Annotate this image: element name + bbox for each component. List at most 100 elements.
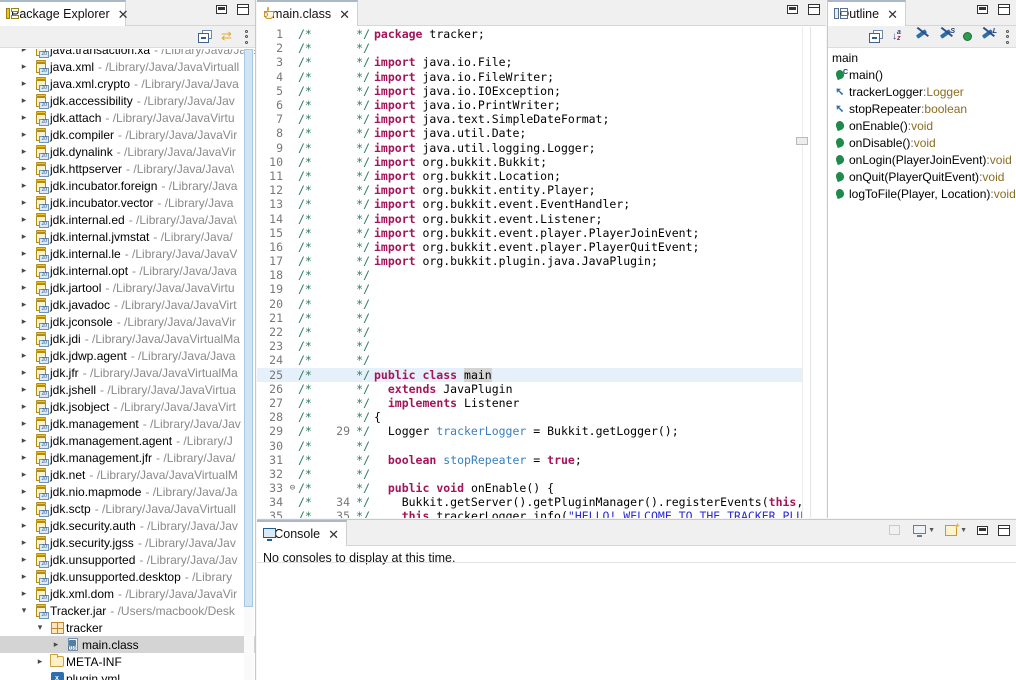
code-line-30[interactable]: 30 /* */ (257, 438, 826, 453)
view-menu-icon[interactable] (244, 29, 248, 44)
tree-item-meta-inf[interactable]: META-INF (0, 653, 255, 670)
code-line-23[interactable]: 23 /* */ (257, 339, 826, 353)
collapse-all-icon[interactable] (198, 30, 212, 43)
code-line-1[interactable]: 1 /* */ package tracker; (257, 27, 826, 41)
expand-arrow-icon[interactable] (16, 79, 32, 88)
clear-console-icon[interactable] (889, 524, 903, 537)
code-line-8[interactable]: 8 /* */ import java.util.Date; (257, 126, 826, 140)
source-code-text[interactable]: 1 /* */ package tracker; 2 /* */ 3 /* */ import ja… (257, 27, 826, 518)
package-explorer-scrollbar[interactable] (244, 49, 254, 680)
tab-console[interactable]: Console ✕ (257, 520, 347, 546)
tree-item-jdk-compiler[interactable]: 10jdk.compiler- /Library/Java/JavaVir (0, 126, 255, 143)
tree-item-jdk-jdi[interactable]: 10jdk.jdi- /Library/Java/JavaVirtualMa (0, 330, 255, 347)
editor-overview-ruler[interactable] (796, 27, 810, 518)
tree-item-jdk-xml-dom[interactable]: 10jdk.xml.dom- /Library/Java/JavaVir (0, 585, 255, 602)
tree-item-jdk-sctp[interactable]: 10jdk.sctp- /Library/Java/JavaVirtuall (0, 500, 255, 517)
tree-item-plugin-yml[interactable]: x plugin.yml (0, 670, 255, 680)
code-line-4[interactable]: 4 /* */ import java.io.FileWriter; (257, 70, 826, 84)
code-line-18[interactable]: 18 /* */ (257, 268, 826, 282)
expand-arrow-icon[interactable] (16, 436, 32, 445)
expand-arrow-icon[interactable] (16, 130, 32, 139)
expand-arrow-icon[interactable] (16, 555, 32, 564)
tree-item-jdk-net[interactable]: 10jdk.net- /Library/Java/JavaVirtualM (0, 466, 255, 483)
tree-item-jdk-internal-opt[interactable]: 10jdk.internal.opt- /Library/Java/Java (0, 262, 255, 279)
code-line-28[interactable]: 28 /* */ { (257, 410, 826, 424)
expand-arrow-icon[interactable] (16, 351, 32, 360)
outline-item-onenable-[interactable]: onEnable() : void (828, 117, 1016, 134)
expand-arrow-icon[interactable] (16, 147, 32, 156)
hide-local-icon[interactable]: L (981, 26, 997, 44)
expand-arrow-icon[interactable] (32, 657, 48, 666)
code-line-34[interactable]: 34 /* 34 */ Bukkit.getServer().getPluginMan… (257, 495, 826, 509)
code-line-25[interactable]: 25 /* */ public class main (257, 367, 826, 382)
expand-arrow-icon[interactable] (16, 606, 32, 615)
tree-item-jdk-management[interactable]: 10jdk.management- /Library/Java/Jav (0, 415, 255, 432)
tree-item-jdk-security-jgss[interactable]: 10jdk.security.jgss- /Library/Java/Jav (0, 534, 255, 551)
tree-item-java-transaction-xa[interactable]: 10java.transaction.xa- /Library/Java/Jav… (0, 49, 255, 58)
minimize-icon[interactable] (977, 5, 988, 14)
code-line-5[interactable]: 5 /* */ import java.io.IOException; (257, 84, 826, 98)
chevron-down-icon[interactable]: ▼ (960, 527, 967, 534)
hide-fields-icon[interactable] (915, 26, 930, 44)
outline-item-stoprepeater[interactable]: ➚ stopRepeater : boolean (828, 100, 1016, 117)
expand-arrow-icon[interactable] (16, 49, 32, 54)
tree-item-jdk-jsobject[interactable]: 10jdk.jsobject- /Library/Java/JavaVirt (0, 398, 255, 415)
code-line-17[interactable]: 17 /* */ import org.bukkit.plugin.java.Java… (257, 254, 826, 268)
code-line-27[interactable]: 27 /* */ implements Listener (257, 396, 826, 410)
tree-item-jdk-internal-ed[interactable]: 10jdk.internal.ed- /Library/Java/Java\ (0, 211, 255, 228)
code-line-21[interactable]: 21 /* */ (257, 311, 826, 325)
view-menu-icon[interactable] (1005, 29, 1009, 44)
code-line-16[interactable]: 16 /* */ import org.bukkit.event.player.Pla… (257, 240, 826, 254)
code-line-13[interactable]: 13 /* */ import org.bukkit.event.EventHandl… (257, 197, 826, 211)
expand-arrow-icon[interactable] (16, 368, 32, 377)
tree-item-jdk-internal-le[interactable]: 10jdk.internal.le- /Library/Java/JavaV (0, 245, 255, 262)
expand-arrow-icon[interactable] (16, 198, 32, 207)
display-selected-console-icon[interactable] (913, 524, 927, 537)
code-line-29[interactable]: 29 /* 29 */ Logger trackerLogger = Bukkit.g… (257, 424, 826, 438)
console-output-area[interactable]: No consoles to display at this time. (257, 547, 1016, 680)
code-line-7[interactable]: 7 /* */ import java.text.SimpleDateFormat; (257, 112, 826, 126)
tree-item-jdk-jdwp-agent[interactable]: 10jdk.jdwp.agent- /Library/Java/Java (0, 347, 255, 364)
code-line-22[interactable]: 22 /* */ (257, 325, 826, 339)
close-icon[interactable]: ✕ (887, 8, 898, 21)
expand-arrow-icon[interactable] (16, 62, 32, 71)
expand-arrow-icon[interactable] (16, 572, 32, 581)
code-line-6[interactable]: 6 /* */ import java.io.PrintWriter; (257, 98, 826, 112)
package-explorer-tree[interactable]: 10java.transaction.xa- /Library/Java/Jav… (0, 49, 255, 680)
code-line-24[interactable]: 24 /* */ (257, 353, 826, 367)
code-line-35[interactable]: 35 /* 35 */ this.trackerLogger.info("HELLO!… (257, 509, 826, 518)
tree-item-jdk-dynalink[interactable]: 10jdk.dynalink- /Library/Java/JavaVir (0, 143, 255, 160)
code-line-12[interactable]: 12 /* */ import org.bukkit.entity.Player; (257, 183, 826, 197)
tree-item-tracker-jar[interactable]: 10Tracker.jar- /Users/macbook/Desk (0, 602, 255, 619)
outline-item-main-[interactable]: Cmain() (828, 66, 1016, 83)
tree-item-jdk-attach[interactable]: 10jdk.attach- /Library/Java/JavaVirtu (0, 109, 255, 126)
code-line-14[interactable]: 14 /* */ import org.bukkit.event.Listener; (257, 211, 826, 226)
tree-item-jdk-internal-jvmstat[interactable]: 10jdk.internal.jvmstat- /Library/Java/ (0, 228, 255, 245)
maximize-icon[interactable] (998, 525, 1010, 536)
code-line-20[interactable]: 20 /* */ (257, 297, 826, 311)
code-line-32[interactable]: 32 /* */ (257, 467, 826, 481)
scrollbar-thumb[interactable] (244, 49, 253, 607)
expand-arrow-icon[interactable] (48, 640, 64, 649)
expand-arrow-icon[interactable] (32, 623, 48, 632)
overview-marker[interactable] (796, 137, 808, 145)
expand-arrow-icon[interactable] (16, 249, 32, 258)
code-line-33[interactable]: 33 ⊖/* */ public void onEnable() { (257, 481, 826, 495)
tab-main-class[interactable]: main.class ✕ (257, 0, 358, 26)
minimize-icon[interactable] (787, 5, 798, 14)
expand-arrow-icon[interactable] (16, 402, 32, 411)
expand-arrow-icon[interactable] (16, 232, 32, 241)
chevron-down-icon[interactable]: ▼ (928, 527, 935, 534)
expand-arrow-icon[interactable] (16, 283, 32, 292)
expand-arrow-icon[interactable] (16, 215, 32, 224)
tree-item-tracker[interactable]: tracker (0, 619, 255, 636)
expand-arrow-icon[interactable] (16, 181, 32, 190)
open-console-icon[interactable]: ✦ (945, 522, 960, 537)
editor-vertical-scrollbar[interactable] (810, 27, 826, 518)
expand-arrow-icon[interactable] (16, 96, 32, 105)
code-line-15[interactable]: 15 /* */ import org.bukkit.event.player.Pla… (257, 226, 826, 240)
hide-nonpublic-icon[interactable] (963, 32, 972, 41)
tree-item-jdk-unsupported[interactable]: 10jdk.unsupported- /Library/Java/Jav (0, 551, 255, 568)
tree-item-jdk-accessibility[interactable]: 10jdk.accessibility- /Library/Java/Jav (0, 92, 255, 109)
tree-item-jdk-jartool[interactable]: 10jdk.jartool- /Library/Java/JavaVirtu (0, 279, 255, 296)
